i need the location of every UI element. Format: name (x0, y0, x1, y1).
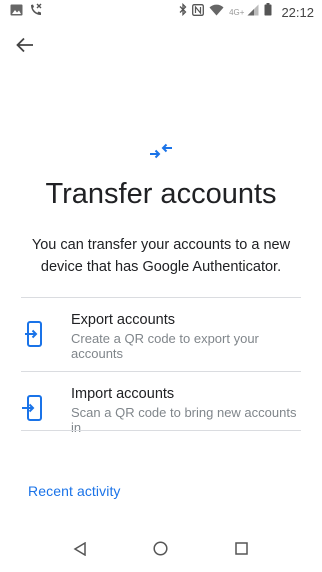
missed-call-icon (29, 3, 43, 21)
battery-icon (264, 3, 272, 21)
recents-square-icon (235, 542, 248, 560)
divider (21, 430, 301, 431)
arrow-back-icon (16, 37, 34, 58)
page-subtitle: You can transfer your accounts to a new … (31, 237, 291, 275)
network-type-label: 4G+ (229, 7, 245, 17)
status-time: 22:12 (281, 4, 314, 20)
home-circle-icon (153, 541, 169, 561)
nav-home-button[interactable] (150, 540, 172, 562)
nav-recents-button[interactable] (231, 540, 253, 562)
status-bar-left (10, 3, 43, 21)
import-accounts-option[interactable]: Import accounts Scan a QR code to bring … (21, 372, 301, 444)
export-phone-icon (21, 320, 49, 348)
image-icon (10, 3, 23, 21)
wifi-icon (209, 3, 224, 21)
nav-back-button[interactable] (69, 540, 91, 562)
status-bar-right: 4G+ 22:12 (179, 2, 314, 21)
export-accounts-title: Export accounts (71, 312, 175, 328)
recent-activity-link[interactable]: Recent activity (28, 483, 121, 499)
system-nav-bar (0, 530, 322, 572)
transfer-arrows-icon (149, 140, 173, 162)
export-accounts-option[interactable]: Export accounts Create a QR code to expo… (21, 298, 301, 370)
bluetooth-icon (179, 2, 187, 21)
back-button[interactable] (14, 36, 36, 58)
export-accounts-description: Create a QR code to export your accounts (71, 331, 259, 361)
back-triangle-icon (73, 541, 87, 561)
signal-icon (247, 3, 259, 21)
page-title: Transfer accounts (45, 178, 277, 210)
nfc-icon (192, 3, 205, 21)
status-bar: 4G+ 22:12 (0, 0, 322, 24)
import-accounts-title: Import accounts (71, 386, 175, 402)
import-phone-icon (21, 394, 49, 422)
